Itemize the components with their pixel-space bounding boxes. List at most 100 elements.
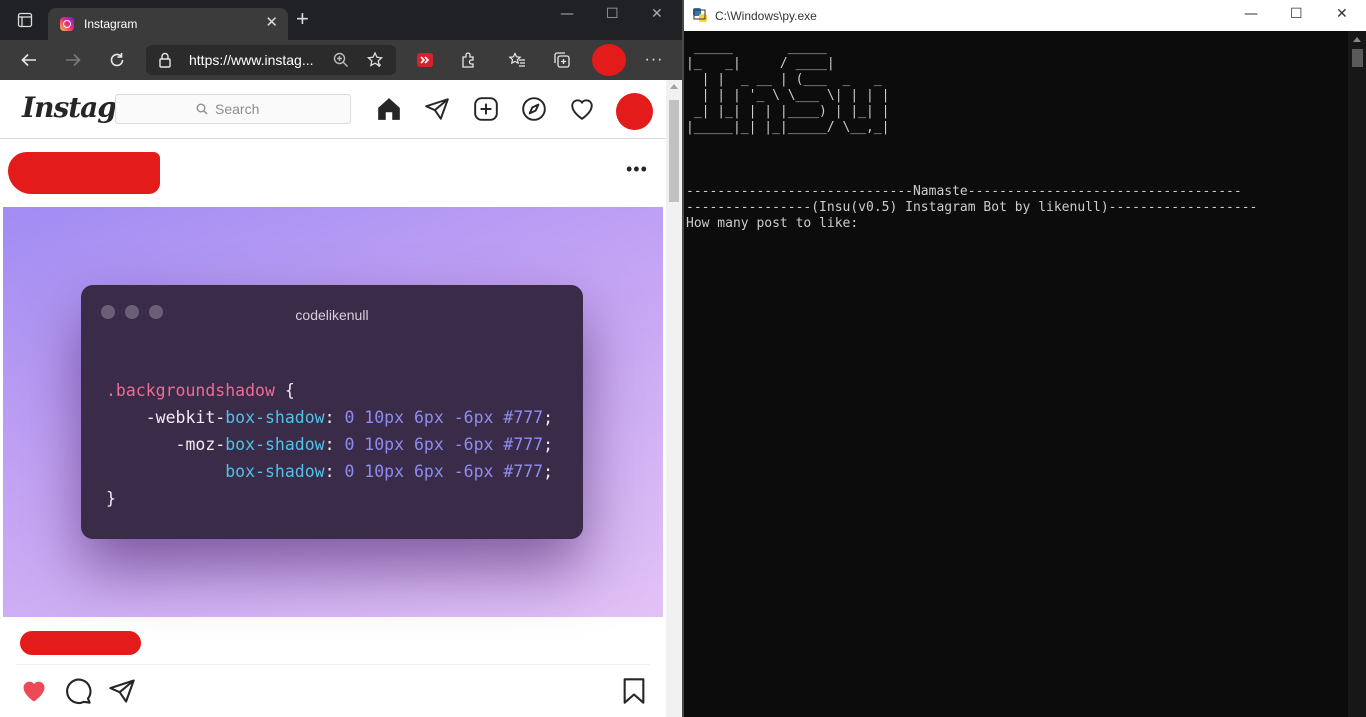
collections-icon	[554, 52, 570, 68]
card-title: codelikenull	[295, 307, 369, 323]
puzzle-icon	[462, 52, 474, 68]
scroll-thumb[interactable]	[669, 100, 679, 202]
tab-instagram[interactable]: Instagram ✕	[48, 8, 288, 40]
code-semicolon: ;	[543, 408, 554, 427]
zoom-icon[interactable]	[332, 51, 350, 69]
extension-button[interactable]	[408, 40, 442, 80]
console-title-bar: C:\Windows\py.exe — ☐ ✕	[684, 0, 1366, 31]
extension-red-icon	[417, 53, 433, 67]
maximize-button[interactable]: ☐	[606, 6, 619, 22]
direct-message-icon[interactable]	[424, 96, 450, 122]
add-favorite-icon[interactable]	[366, 51, 384, 69]
console-output[interactable]: _____ _____ |_ _| / ____| | | _ __ | (___…	[686, 40, 1257, 232]
address-bar[interactable]: https://www.instag...	[146, 45, 396, 75]
browser-toolbar: https://www.instag... ···	[0, 40, 682, 80]
console-scrollbar[interactable]	[1348, 31, 1366, 717]
code-line: }	[106, 485, 553, 512]
code-value: 0 10px 6px -6px #777	[344, 462, 544, 481]
tab-actions-icon[interactable]	[17, 12, 33, 28]
code-property: box-shadow	[225, 462, 325, 481]
code-line: box-shadow: 0 10px 6px -6px #777;	[106, 458, 553, 485]
code-line: .backgroundshadow {	[106, 377, 553, 404]
ascii-banner-line: |_ _| / ____|	[686, 56, 835, 71]
code-prefix: -moz-	[106, 435, 226, 454]
console-maximize-button[interactable]: ☐	[1290, 6, 1303, 22]
code-line: -moz-box-shadow: 0 10px 6px -6px #777;	[106, 431, 554, 458]
scroll-up-icon[interactable]	[1353, 37, 1361, 42]
ascii-banner-line: _____ _____	[686, 40, 827, 55]
tab-bar: Instagram ✕ + — ☐ ✕	[0, 0, 682, 40]
search-placeholder: Search	[215, 101, 260, 117]
back-arrow-icon	[21, 53, 36, 67]
code-value: 0 10px 6px -6px #777	[344, 435, 544, 454]
profile-avatar-redacted[interactable]	[592, 44, 626, 76]
ascii-banner-line: | | _ __ | (___ _ _	[686, 72, 882, 87]
forward-arrow-icon	[66, 53, 81, 67]
ascii-banner-line: |_____|_| |_|_____/ \__,_|	[686, 120, 890, 135]
python-icon	[693, 8, 707, 22]
new-tab-button[interactable]: +	[296, 8, 309, 30]
code-brace: {	[274, 381, 295, 400]
ascii-banner-line: _| |_| | | |____) | |_| |	[686, 104, 890, 119]
more-dots-icon: ···	[644, 51, 664, 68]
collections-button[interactable]	[545, 40, 579, 80]
code-colon: :	[324, 435, 345, 454]
code-colon: :	[324, 462, 345, 481]
code-semicolon: ;	[543, 435, 554, 454]
home-icon[interactable]	[376, 96, 402, 122]
code-selector: .backgroundshadow	[106, 381, 275, 400]
address-url[interactable]: https://www.instag...	[189, 52, 314, 68]
activity-heart-icon[interactable]	[569, 96, 595, 122]
save-bookmark-icon[interactable]	[620, 677, 648, 705]
like-heart-icon[interactable]	[20, 677, 48, 705]
scroll-thumb[interactable]	[1352, 49, 1363, 67]
console-separator-namaste: -----------------------------Namaste----…	[686, 184, 1242, 199]
minimize-button[interactable]: —	[560, 6, 574, 22]
code-card: codelikenull .backgroundshadow { -webkit…	[81, 285, 583, 539]
favorites-button[interactable]	[500, 40, 534, 80]
code-prefix	[106, 462, 225, 481]
settings-more-button[interactable]: ···	[637, 40, 671, 80]
post-image[interactable]: codelikenull .backgroundshadow { -webkit…	[3, 207, 663, 617]
console-close-button[interactable]: ✕	[1336, 6, 1348, 22]
forward-button[interactable]	[56, 40, 90, 80]
refresh-icon	[110, 53, 124, 67]
console-separator-title: ----------------(Insu(v0.5) Instagram Bo…	[686, 200, 1258, 215]
instagram-header: Instagram Search	[0, 80, 666, 139]
user-avatar-redacted[interactable]	[616, 93, 653, 130]
search-icon	[196, 103, 208, 115]
code-property: box-shadow	[225, 408, 325, 427]
extensions-button[interactable]	[452, 40, 486, 80]
back-button[interactable]	[12, 40, 46, 80]
lock-icon[interactable]	[158, 52, 172, 68]
code-prefix: -webkit-	[106, 408, 226, 427]
code-brace: }	[106, 489, 116, 508]
code-colon: :	[324, 408, 345, 427]
code-block: .backgroundshadow { -webkit-box-shadow: …	[106, 377, 553, 512]
post-more-button[interactable]: •••	[626, 160, 648, 178]
tab-close-button[interactable]: ✕	[265, 15, 278, 31]
post-caption-user-redacted[interactable]	[20, 631, 141, 655]
instagram-icon	[60, 17, 74, 31]
favorites-icon	[508, 52, 525, 67]
post-username-redacted[interactable]	[8, 152, 160, 194]
console-prompt[interactable]: How many post to like:	[686, 216, 1257, 232]
new-post-icon[interactable]	[473, 96, 499, 122]
console-title: C:\Windows\py.exe	[715, 9, 817, 23]
close-window-button[interactable]: ✕	[651, 6, 663, 22]
code-line: -webkit-box-shadow: 0 10px 6px -6px #777…	[106, 404, 553, 431]
code-semicolon: ;	[543, 462, 554, 481]
page-scrollbar[interactable]	[666, 80, 682, 717]
instagram-page: Instagram Search ••• codelikenull .backg…	[0, 80, 682, 717]
refresh-button[interactable]	[100, 40, 134, 80]
console-minimize-button[interactable]: —	[1244, 6, 1258, 22]
code-value: 0 10px 6px -6px #777	[344, 408, 544, 427]
share-icon[interactable]	[108, 677, 136, 705]
search-input[interactable]: Search	[115, 94, 351, 124]
explore-icon[interactable]	[521, 96, 547, 122]
tab-title: Instagram	[84, 17, 138, 31]
code-property: box-shadow	[225, 435, 325, 454]
comment-icon[interactable]	[64, 677, 92, 705]
scroll-up-icon[interactable]	[670, 84, 678, 89]
browser-window: Instagram ✕ + — ☐ ✕ https://www.instag..…	[0, 0, 682, 717]
